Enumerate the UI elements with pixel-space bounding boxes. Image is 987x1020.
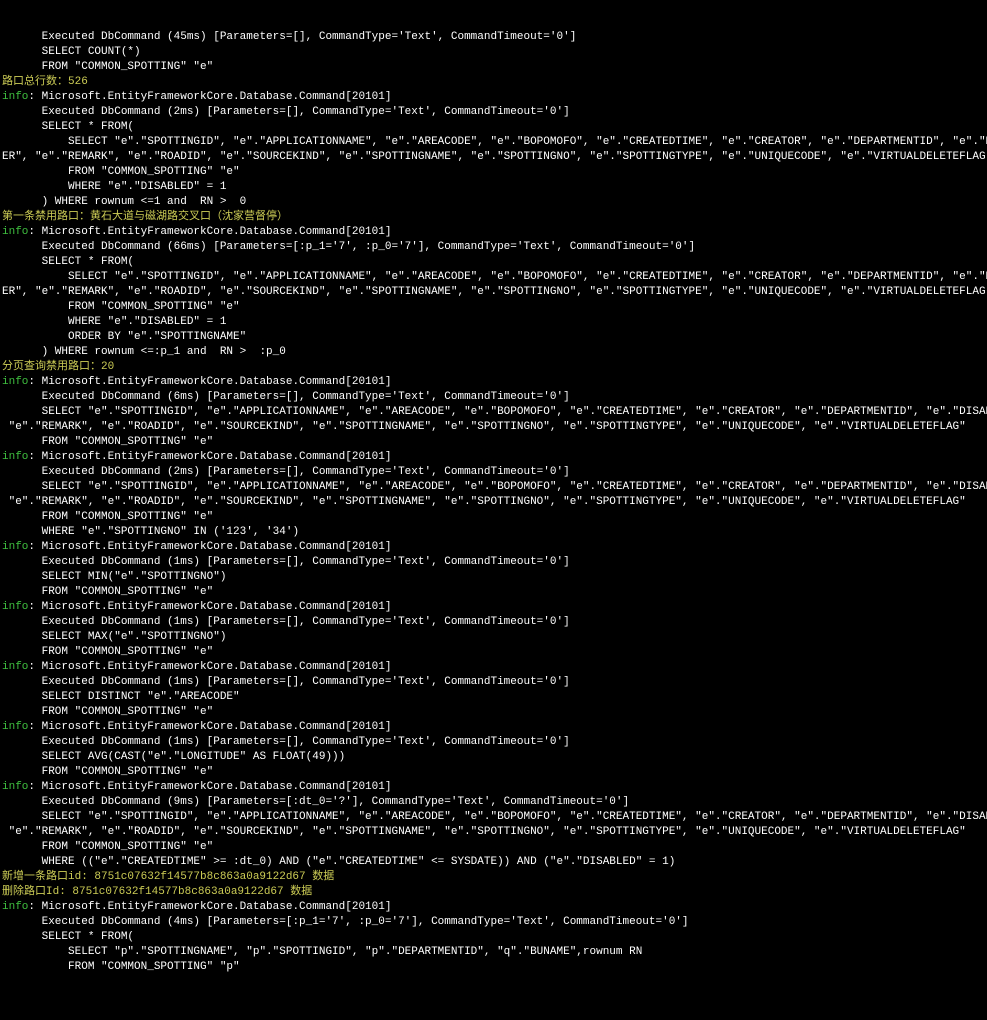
console-line: ) WHERE rownum <=:p_1 and RN > :p_0 (2, 346, 286, 358)
console-line: Executed DbCommand (45ms) [Parameters=[]… (2, 31, 576, 43)
console-line: SELECT "p"."SPOTTINGNAME", "p"."SPOTTING… (2, 946, 642, 958)
console-line: WHERE (("e"."CREATEDTIME" >= :dt_0) AND … (2, 856, 675, 868)
console-line: SELECT COUNT(*) (2, 46, 141, 58)
console-line: SELECT "e"."SPOTTINGID", "e"."APPLICATIO… (2, 406, 987, 418)
console-line: SELECT * FROM( (2, 931, 134, 943)
console-line: SELECT * FROM( (2, 256, 134, 268)
console-line: FROM "COMMON_SPOTTING" "e" (2, 706, 213, 718)
console-line: FROM "COMMON_SPOTTING" "e" (2, 436, 213, 448)
console-message: 新增一条路口id: 8751c07632f14577b8c863a0a9122d… (2, 871, 334, 883)
console-message: 分页查询禁用路口：20 (2, 361, 114, 373)
console-line: SELECT DISTINCT "e"."AREACODE" (2, 691, 240, 703)
console-output: Executed DbCommand (45ms) [Parameters=[]… (0, 30, 987, 975)
log-level-info: info (2, 451, 28, 463)
console-line: SELECT MAX("e"."SPOTTINGNO") (2, 631, 226, 643)
console-line: SELECT "e"."SPOTTINGID", "e"."APPLICATIO… (2, 271, 987, 283)
console-line: : Microsoft.EntityFrameworkCore.Database… (28, 91, 391, 103)
console-line: ) WHERE rownum <=1 and RN > 0 (2, 196, 246, 208)
console-line: Executed DbCommand (1ms) [Parameters=[],… (2, 736, 570, 748)
console-line: WHERE "e"."SPOTTINGNO" IN ('123', '34') (2, 526, 299, 538)
console-line: Executed DbCommand (1ms) [Parameters=[],… (2, 556, 570, 568)
log-level-info: info (2, 661, 28, 673)
console-line: SELECT "e"."SPOTTINGID", "e"."APPLICATIO… (2, 811, 987, 823)
console-line: : Microsoft.EntityFrameworkCore.Database… (28, 721, 391, 733)
console-line: "e"."REMARK", "e"."ROADID", "e"."SOURCEK… (2, 496, 966, 508)
console-line: Executed DbCommand (2ms) [Parameters=[],… (2, 466, 570, 478)
console-line: Executed DbCommand (66ms) [Parameters=[:… (2, 241, 695, 253)
console-line: : Microsoft.EntityFrameworkCore.Database… (28, 451, 391, 463)
console-line: SELECT AVG(CAST("e"."LONGITUDE" AS FLOAT… (2, 751, 345, 763)
console-line: FROM "COMMON_SPOTTING" "p" (2, 961, 240, 973)
console-line: : Microsoft.EntityFrameworkCore.Database… (28, 541, 391, 553)
console-line: FROM "COMMON_SPOTTING" "e" (2, 166, 240, 178)
console-line: ORDER BY "e"."SPOTTINGNAME" (2, 331, 246, 343)
console-line: FROM "COMMON_SPOTTING" "e" (2, 646, 213, 658)
console-line: FROM "COMMON_SPOTTING" "e" (2, 586, 213, 598)
log-level-info: info (2, 721, 28, 733)
log-level-info: info (2, 781, 28, 793)
console-line: : Microsoft.EntityFrameworkCore.Database… (28, 781, 391, 793)
console-line: : Microsoft.EntityFrameworkCore.Database… (28, 601, 391, 613)
console-line: ER", "e"."REMARK", "e"."ROADID", "e"."SO… (2, 286, 987, 298)
console-line: Executed DbCommand (9ms) [Parameters=[:d… (2, 796, 629, 808)
console-message: 删除路口Id: 8751c07632f14577b8c863a0a9122d67… (2, 886, 312, 898)
console-line: FROM "COMMON_SPOTTING" "e" (2, 766, 213, 778)
console-line: : Microsoft.EntityFrameworkCore.Database… (28, 376, 391, 388)
console-line: Executed DbCommand (1ms) [Parameters=[],… (2, 676, 570, 688)
console-line: FROM "COMMON_SPOTTING" "e" (2, 511, 213, 523)
log-level-info: info (2, 601, 28, 613)
console-line: SELECT "e"."SPOTTINGID", "e"."APPLICATIO… (2, 136, 987, 148)
console-message: 路口总行数：526 (2, 76, 88, 88)
console-line: Executed DbCommand (2ms) [Parameters=[],… (2, 106, 570, 118)
console-line: WHERE "e"."DISABLED" = 1 (2, 181, 226, 193)
log-level-info: info (2, 901, 28, 913)
console-line: SELECT MIN("e"."SPOTTINGNO") (2, 571, 226, 583)
log-level-info: info (2, 226, 28, 238)
console-line: SELECT * FROM( (2, 121, 134, 133)
log-level-info: info (2, 541, 28, 553)
log-level-info: info (2, 376, 28, 388)
console-line: : Microsoft.EntityFrameworkCore.Database… (28, 226, 391, 238)
console-line: FROM "COMMON_SPOTTING" "e" (2, 301, 240, 313)
console-line: ER", "e"."REMARK", "e"."ROADID", "e"."SO… (2, 151, 987, 163)
log-level-info: info (2, 91, 28, 103)
console-line: Executed DbCommand (4ms) [Parameters=[:p… (2, 916, 689, 928)
console-line: FROM "COMMON_SPOTTING" "e" (2, 61, 213, 73)
console-line: FROM "COMMON_SPOTTING" "e" (2, 841, 213, 853)
console-line: WHERE "e"."DISABLED" = 1 (2, 316, 226, 328)
console-line: "e"."REMARK", "e"."ROADID", "e"."SOURCEK… (2, 826, 966, 838)
console-line: Executed DbCommand (6ms) [Parameters=[],… (2, 391, 570, 403)
console-line: : Microsoft.EntityFrameworkCore.Database… (28, 901, 391, 913)
console-line: SELECT "e"."SPOTTINGID", "e"."APPLICATIO… (2, 481, 987, 493)
console-line: Executed DbCommand (1ms) [Parameters=[],… (2, 616, 570, 628)
console-message: 第一条禁用路口：黄石大道与磁湖路交叉口（沈家营督停） (2, 211, 288, 223)
console-line: "e"."REMARK", "e"."ROADID", "e"."SOURCEK… (2, 421, 966, 433)
console-line: : Microsoft.EntityFrameworkCore.Database… (28, 661, 391, 673)
